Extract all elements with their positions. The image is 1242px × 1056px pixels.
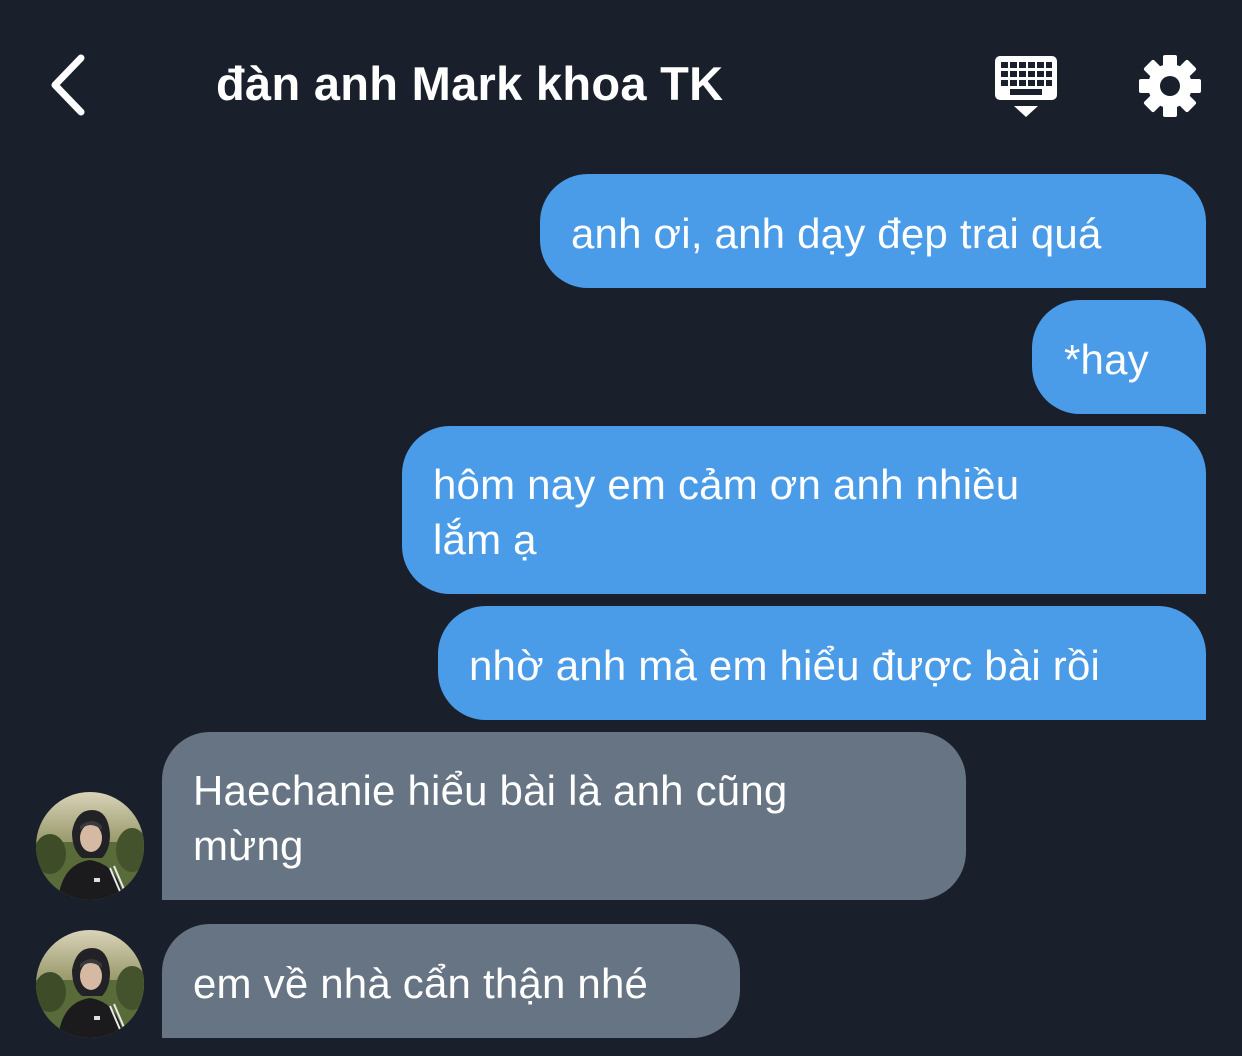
keyboard-hide-icon <box>995 56 1057 117</box>
chat-title: đàn anh Mark khoa TK <box>216 57 724 110</box>
message-bubble-incoming[interactable]: Haechanie hiểu bài là anh cũng mừng <box>162 732 966 900</box>
message-text-line: hôm nay em cảm ơn anh nhiều <box>433 461 1020 508</box>
keyboard-toggle-button[interactable] <box>990 54 1062 120</box>
avatar-photo <box>36 930 144 1038</box>
message-text-line: Haechanie hiểu bài là anh cũng <box>193 767 788 814</box>
message-bubble-outgoing[interactable]: hôm nay em cảm ơn anh nhiều lắm ạ <box>402 426 1206 594</box>
back-button[interactable] <box>38 50 98 120</box>
gear-icon <box>1139 55 1201 117</box>
chat-header: đàn anh Mark khoa TK <box>0 0 1242 160</box>
chevron-left-icon <box>51 54 85 116</box>
message-bubble-outgoing[interactable]: anh ơi, anh dạy đẹp trai quá <box>540 174 1206 288</box>
avatar[interactable] <box>36 930 144 1038</box>
message-bubble-incoming[interactable]: em về nhà cẩn thận nhé <box>162 924 740 1038</box>
avatar-photo <box>36 792 144 900</box>
message-text-line: mừng <box>193 822 304 869</box>
message-bubble-outgoing[interactable]: nhờ anh mà em hiểu được bài rồi <box>438 606 1206 720</box>
message-bubble-outgoing[interactable]: *hay <box>1032 300 1206 414</box>
settings-button[interactable] <box>1136 52 1204 120</box>
avatar[interactable] <box>36 792 144 900</box>
message-text: anh ơi, anh dạy đẹp trai quá <box>571 210 1102 257</box>
message-text: *hay <box>1064 336 1149 383</box>
message-text: nhờ anh mà em hiểu được bài rồi <box>469 642 1101 689</box>
message-text-line: lắm ạ <box>433 516 537 563</box>
message-text: em về nhà cẩn thận nhé <box>193 960 649 1007</box>
